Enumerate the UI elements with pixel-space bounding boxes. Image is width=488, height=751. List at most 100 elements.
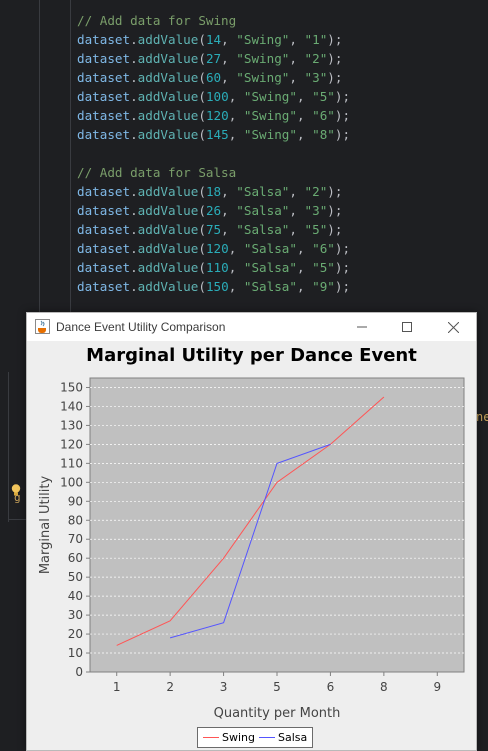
maximize-icon [402, 322, 412, 332]
legend-label: Swing [222, 731, 255, 744]
code-token-method: addValue [137, 32, 199, 47]
y-tick-label: 120 [60, 437, 83, 451]
close-button[interactable] [430, 313, 476, 341]
code-token-punc: , [221, 32, 237, 47]
code-token-punc: , [296, 279, 313, 294]
code-token-str: "Salsa" [236, 184, 290, 199]
code-token-num: 18 [205, 184, 222, 199]
y-tick-label: 10 [68, 646, 83, 660]
code-token-punc: , [289, 70, 305, 85]
code-token-punc: , [221, 51, 237, 66]
y-axis-label: Marginal Utility [38, 476, 53, 575]
code-token-method: addValue [137, 51, 199, 66]
code-token-punc: ); [334, 260, 351, 275]
code-token-punc: , [296, 89, 313, 104]
code-token-num: 120 [205, 108, 229, 123]
code-line[interactable]: dataset.addValue(75, "Salsa", "5"); [77, 220, 350, 239]
indent-guide [39, 0, 40, 330]
code-token-str: "3" [304, 203, 328, 218]
y-tick-label: 130 [60, 418, 83, 432]
code-line[interactable]: dataset.addValue(120, "Salsa", "6"); [77, 239, 350, 258]
code-line[interactable]: // Add data for Salsa [77, 163, 350, 182]
legend-label: Salsa [278, 731, 308, 744]
y-tick-label: 110 [60, 456, 83, 470]
title-bar[interactable]: Dance Event Utility Comparison [27, 313, 476, 341]
code-token-method: addValue [137, 108, 199, 123]
code-token-str: "9" [312, 279, 335, 294]
code-token-punc: , [296, 108, 313, 123]
code-token-punc: , [228, 260, 244, 275]
code-token-punc: , [221, 203, 237, 218]
code-token-punc: ( [198, 70, 206, 85]
code-token-str: "Swing" [236, 70, 290, 85]
code-line[interactable]: dataset.addValue(120, "Swing", "6"); [77, 106, 350, 125]
code-token-str: "3" [304, 70, 328, 85]
code-token-ident: dataset [77, 127, 131, 142]
code-line[interactable]: dataset.addValue(60, "Swing", "3"); [77, 68, 350, 87]
maximize-button[interactable] [384, 313, 430, 341]
code-line[interactable]: dataset.addValue(26, "Salsa", "3"); [77, 201, 350, 220]
legend-item-salsa: Salsa [259, 731, 307, 744]
code-line[interactable]: dataset.addValue(110, "Salsa", "5"); [77, 258, 350, 277]
code-token-str: "Salsa" [236, 203, 290, 218]
code-block[interactable]: // Add data for Swing dataset.addValue(14… [77, 11, 350, 296]
code-line[interactable]: dataset.addValue(14, "Swing", "1"); [77, 30, 350, 49]
code-token-punc: . [130, 127, 138, 142]
code-line[interactable]: dataset.addValue(27, "Swing", "2"); [77, 49, 350, 68]
code-token-punc: , [289, 51, 305, 66]
code-token-punc: . [130, 241, 138, 256]
code-token-method: addValue [137, 184, 199, 199]
chart-window[interactable]: Dance Event Utility Comparison Marginal … [26, 312, 477, 751]
code-token-punc: . [130, 279, 138, 294]
legend-item-swing: Swing [203, 731, 255, 744]
code-line[interactable]: dataset.addValue(100, "Swing", "5"); [77, 87, 350, 106]
code-token-punc: ( [198, 203, 206, 218]
indent-guide [70, 0, 71, 330]
code-token-punc: . [130, 89, 138, 104]
code-token-punc: , [221, 70, 237, 85]
code-token-comment: // Add data for Swing [77, 13, 237, 28]
code-token-punc: ( [198, 260, 206, 275]
y-tick-label: 90 [68, 494, 83, 508]
code-token-method: addValue [137, 222, 199, 237]
plot-area [89, 377, 465, 673]
chart-panel: Marginal Utility per Dance Event 0 10 20 30… [27, 341, 476, 750]
code-token-punc: , [289, 203, 305, 218]
code-token-str: "2" [304, 51, 328, 66]
close-icon [447, 321, 459, 333]
code-line[interactable]: dataset.addValue(150, "Salsa", "9"); [77, 277, 350, 296]
code-line[interactable] [77, 144, 350, 163]
code-token-ident: dataset [77, 222, 131, 237]
code-token-punc: ); [327, 51, 343, 66]
code-token-str: "Salsa" [243, 241, 297, 256]
code-token-str: "Swing" [236, 32, 290, 47]
code-token-punc: . [130, 32, 138, 47]
code-token-num: 27 [205, 51, 222, 66]
code-line[interactable]: dataset.addValue(145, "Swing", "8"); [77, 125, 350, 144]
code-line[interactable]: dataset.addValue(18, "Salsa", "2"); [77, 182, 350, 201]
code-token-punc: ( [198, 241, 206, 256]
minimize-button[interactable] [339, 313, 385, 341]
code-token-ident: dataset [77, 32, 131, 47]
code-token-str: "Salsa" [243, 260, 297, 275]
code-token-num: 26 [205, 203, 222, 218]
right-code-fragment: ne [476, 410, 488, 424]
y-tick-label: 50 [68, 570, 83, 584]
code-token-punc: , [296, 241, 313, 256]
code-token-str: "Swing" [243, 89, 297, 104]
code-token-ident: dataset [77, 51, 131, 66]
code-token-num: 150 [205, 279, 229, 294]
code-line[interactable]: // Add data for Swing [77, 11, 350, 30]
x-axis-label: Quantity per Month [214, 706, 341, 721]
code-token-punc: . [130, 260, 138, 275]
code-token-punc: ( [198, 222, 206, 237]
legend-swatch [259, 737, 275, 738]
code-token-punc: , [221, 184, 237, 199]
code-token-punc: , [228, 127, 244, 142]
x-tick-label: 6 [327, 680, 335, 694]
x-tick-label: 2 [166, 680, 174, 694]
code-token-punc: ); [334, 279, 351, 294]
code-token-punc: ); [327, 70, 343, 85]
code-token-punc: ); [327, 32, 343, 47]
code-token-str: "5" [304, 222, 328, 237]
